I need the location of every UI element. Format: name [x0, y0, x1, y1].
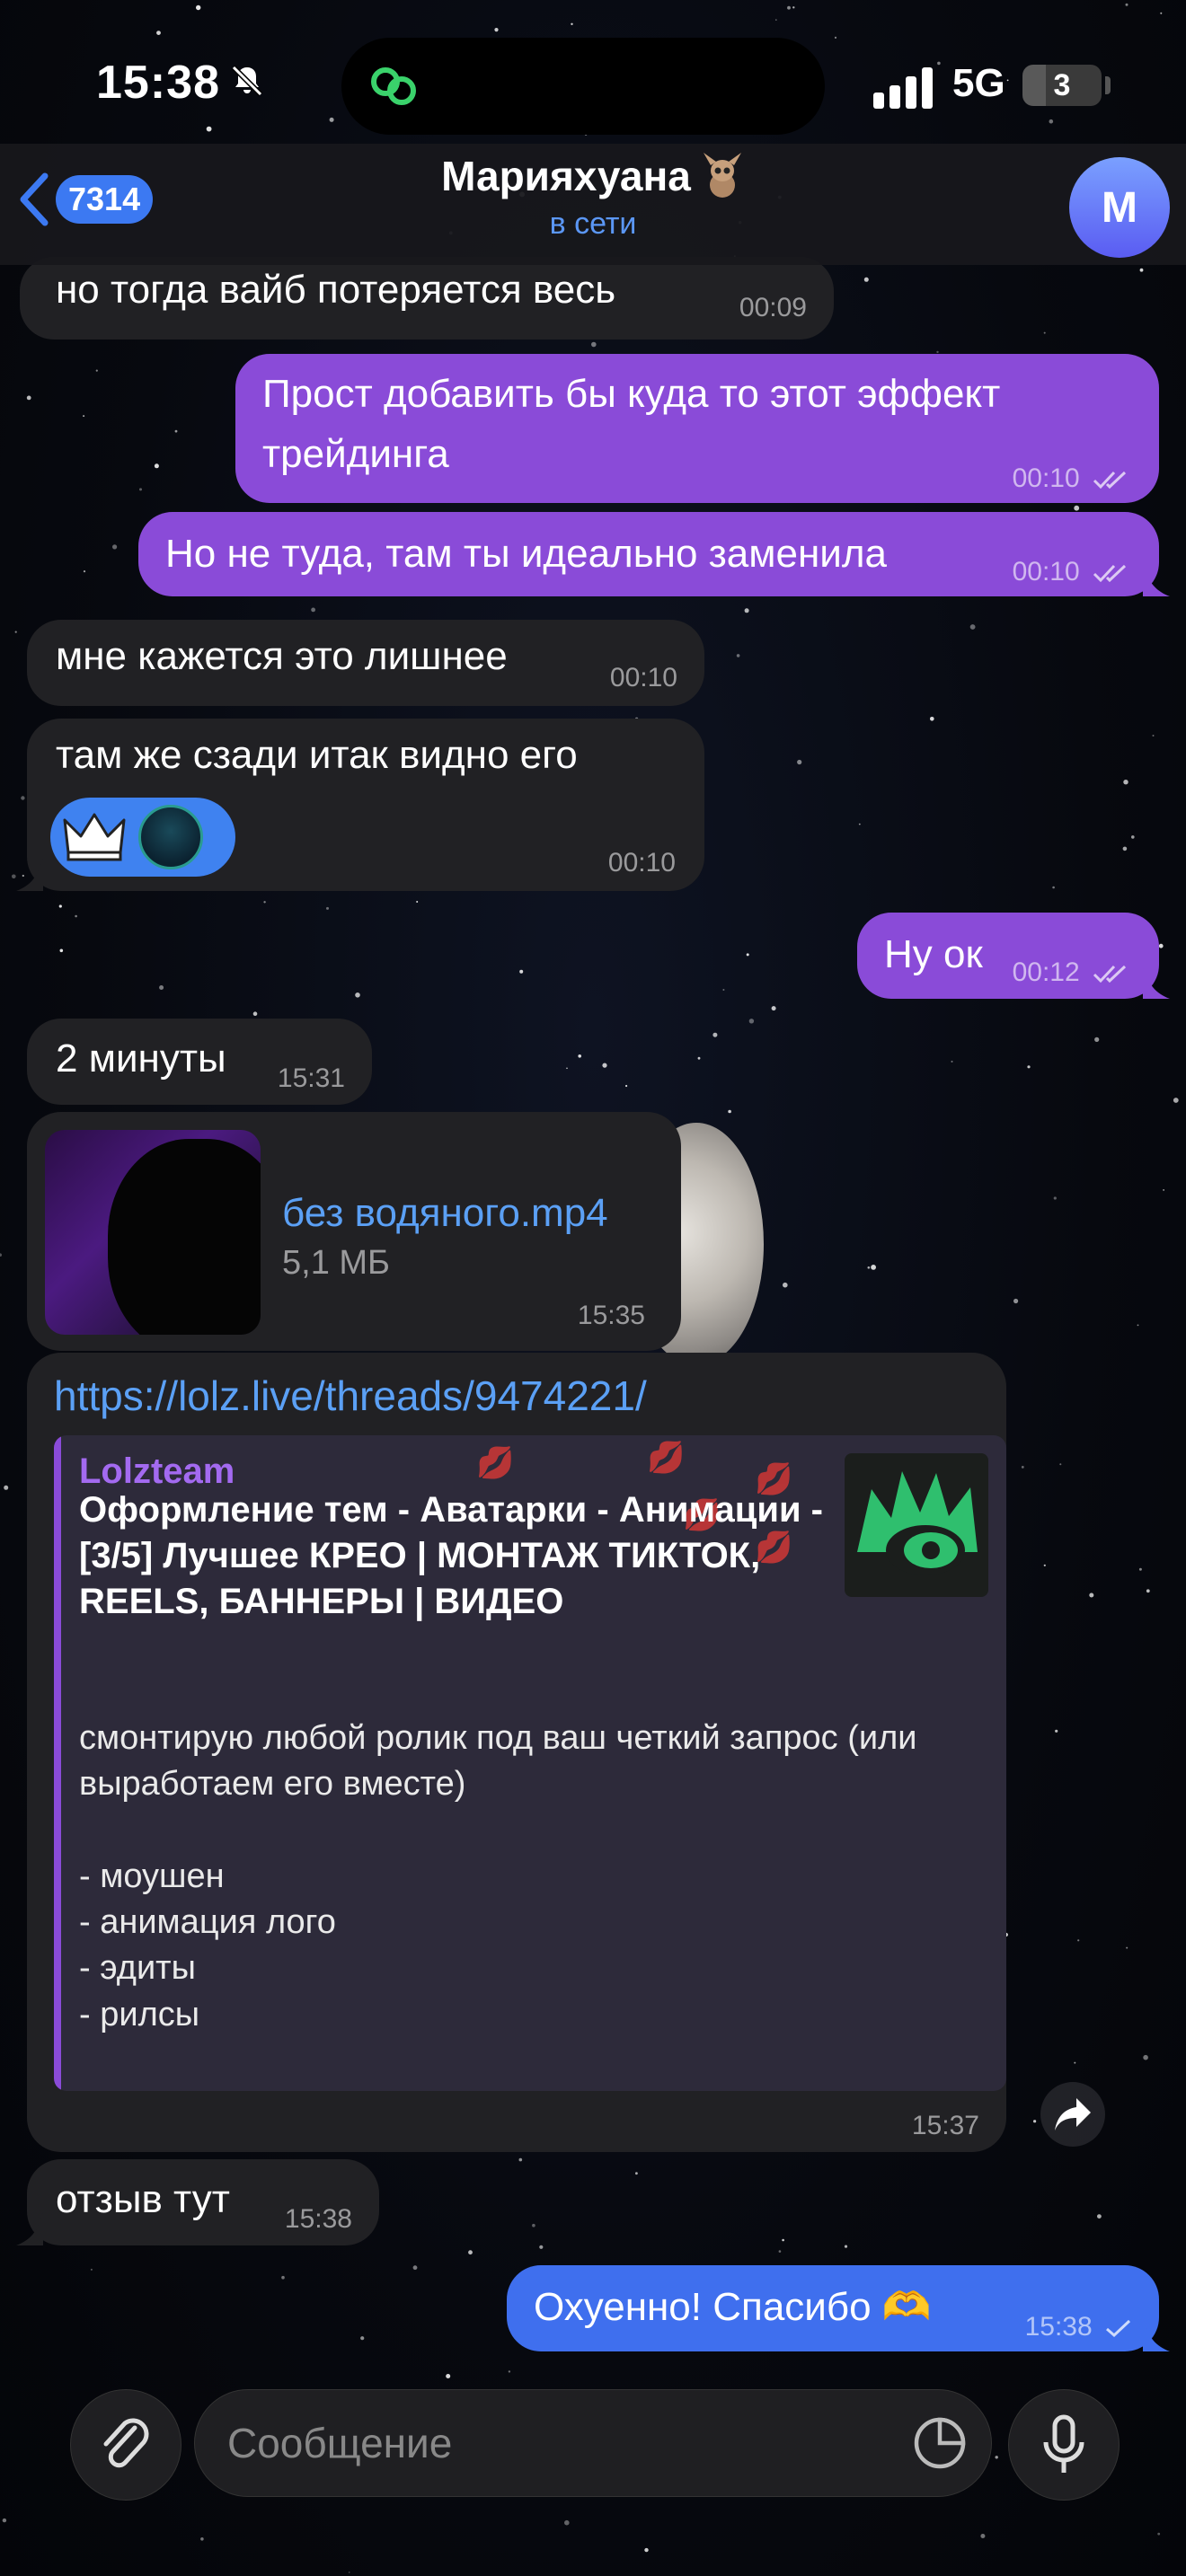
bubble-tail — [1143, 966, 1170, 999]
message-time: 00:10 — [607, 848, 676, 878]
message-text: но тогда вайб потеряется весь — [56, 268, 616, 312]
file-name[interactable]: без водяного.mp4 — [282, 1184, 608, 1244]
link-message[interactable]: https://lolz.live/threads/9474221/ 💋 💋 💋… — [27, 1353, 1006, 2152]
preview-title: Оформление тем - Аватарки - Анимации - [… — [79, 1490, 823, 1622]
dynamic-island — [341, 38, 825, 135]
avatar-letter: М — [1102, 183, 1137, 232]
message-text: 2 минуты — [56, 1037, 226, 1081]
message-time: 00:10 — [1012, 557, 1080, 587]
message-text: Охуенно! Спасибо 🫶 — [534, 2285, 932, 2329]
message-link[interactable]: https://lolz.live/threads/9474221/ — [54, 1365, 647, 1428]
bubble-tail — [16, 2213, 43, 2245]
message-text: мне кажется это лишнее — [56, 634, 508, 678]
message-meta: 00:12 — [1013, 952, 1132, 993]
message-time: 00:10 — [1012, 463, 1080, 493]
message-meta: 00:10 — [1013, 458, 1132, 499]
message-time: 15:38 — [1024, 2312, 1093, 2342]
message-text: отзыв тут — [56, 2177, 230, 2221]
message-time: 15:35 — [577, 1301, 645, 1330]
message-time: 15:38 — [284, 2204, 352, 2234]
sticker-icon[interactable] — [912, 2415, 968, 2471]
bubble-tail — [16, 859, 43, 891]
double-check-icon — [1093, 564, 1127, 583]
chat-header: 7314 Марияхуана в сети М — [0, 144, 1186, 265]
microphone-icon — [1043, 2414, 1084, 2473]
link-icon — [371, 67, 416, 105]
voice-record-button[interactable] — [1008, 2389, 1120, 2501]
chat-title-area[interactable]: Марияхуана в сети — [0, 151, 1186, 242]
attach-button[interactable] — [70, 2389, 181, 2501]
message-incoming[interactable]: отзыв тут 15:38 — [16, 2159, 379, 2245]
message-outgoing[interactable]: Но не туда, там ты идеально заменила 00:… — [138, 512, 1170, 596]
status-time: 15:38 — [96, 57, 220, 109]
mini-avatar-emoji — [138, 805, 203, 869]
video-thumbnail[interactable] — [45, 1130, 261, 1335]
pet-emoji-icon — [703, 153, 741, 198]
online-status: в сети — [549, 207, 637, 241]
message-time: 00:10 — [609, 663, 677, 693]
message-meta: 00:10 — [1013, 551, 1132, 593]
chat-title: Марияхуана — [441, 153, 691, 199]
preview-description: смонтирую любой ролик под ваш четкий зап… — [79, 1719, 917, 2091]
signal-icon — [873, 67, 933, 109]
message-text: там же сзади итак видно его — [56, 733, 578, 777]
crown-icon — [63, 813, 126, 861]
network-type: 5G — [952, 61, 1005, 105]
battery-percent: 3 — [1053, 67, 1071, 102]
message-text: Прост добавить бы куда то этот эффект тр… — [262, 372, 1001, 476]
lolzteam-logo-icon — [845, 1453, 988, 1597]
double-check-icon — [1093, 965, 1127, 984]
message-incoming[interactable]: но тогда вайб потеряется весь 00:09 — [20, 257, 834, 340]
double-check-icon — [1093, 471, 1127, 490]
custom-emoji-reaction[interactable] — [50, 798, 235, 877]
bubble-tail — [1143, 564, 1170, 596]
link-preview[interactable]: 💋 💋 💋 💋 💋 Lolzteam Оформление тем - Ават… — [54, 1435, 1006, 2091]
battery-indicator: 3 — [1022, 65, 1102, 106]
message-meta: 15:38 — [1025, 2307, 1132, 2348]
bell-slash-icon — [231, 65, 263, 97]
message-outgoing[interactable]: Прост добавить бы куда то этот эффект тр… — [235, 354, 1159, 503]
message-placeholder: Сообщение — [227, 2420, 453, 2466]
check-icon — [1106, 2319, 1131, 2338]
bubble-tail — [1143, 2319, 1170, 2351]
message-incoming[interactable]: 2 минуты 15:31 — [27, 1019, 372, 1105]
share-icon — [1055, 2098, 1091, 2130]
message-outgoing[interactable]: Ну ок 00:12 — [857, 913, 1170, 999]
message-time: 00:12 — [1012, 957, 1080, 987]
message-text: Ну ок — [884, 932, 983, 976]
status-bar: 15:38 5G 3 — [0, 0, 1186, 162]
message-input[interactable]: Сообщение — [194, 2389, 992, 2497]
message-composer: Сообщение — [0, 2362, 1186, 2576]
message-incoming[interactable]: мне кажется это лишнее 00:10 — [27, 620, 704, 706]
message-time: 00:09 — [739, 293, 807, 322]
paperclip-icon — [103, 2418, 149, 2468]
message-time: 15:37 — [911, 2111, 979, 2140]
message-time: 15:31 — [277, 1063, 345, 1093]
message-outgoing[interactable]: Охуенно! Спасибо 🫶 15:38 — [507, 2265, 1170, 2351]
contact-avatar[interactable]: М — [1069, 157, 1170, 258]
file-size: 5,1 МБ — [282, 1244, 390, 1282]
file-message[interactable]: без водяного.mp4 5,1 МБ 15:35 — [27, 1112, 681, 1351]
message-incoming[interactable]: там же сзади итак видно его 00:10 — [16, 719, 704, 891]
forward-button[interactable] — [1040, 2082, 1105, 2147]
message-text: Но не туда, там ты идеально заменила — [165, 532, 888, 576]
